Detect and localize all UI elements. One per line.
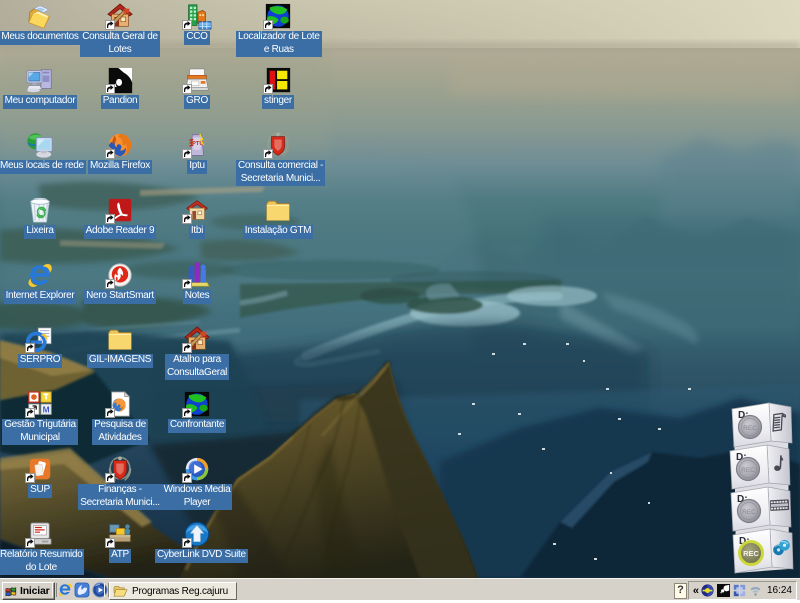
svg-text:REC: REC [742, 509, 756, 516]
svg-text:REC: REC [741, 467, 755, 474]
svg-text:REC: REC [743, 549, 759, 558]
svg-text:REC: REC [743, 425, 757, 432]
svg-text:M: M [43, 404, 50, 414]
